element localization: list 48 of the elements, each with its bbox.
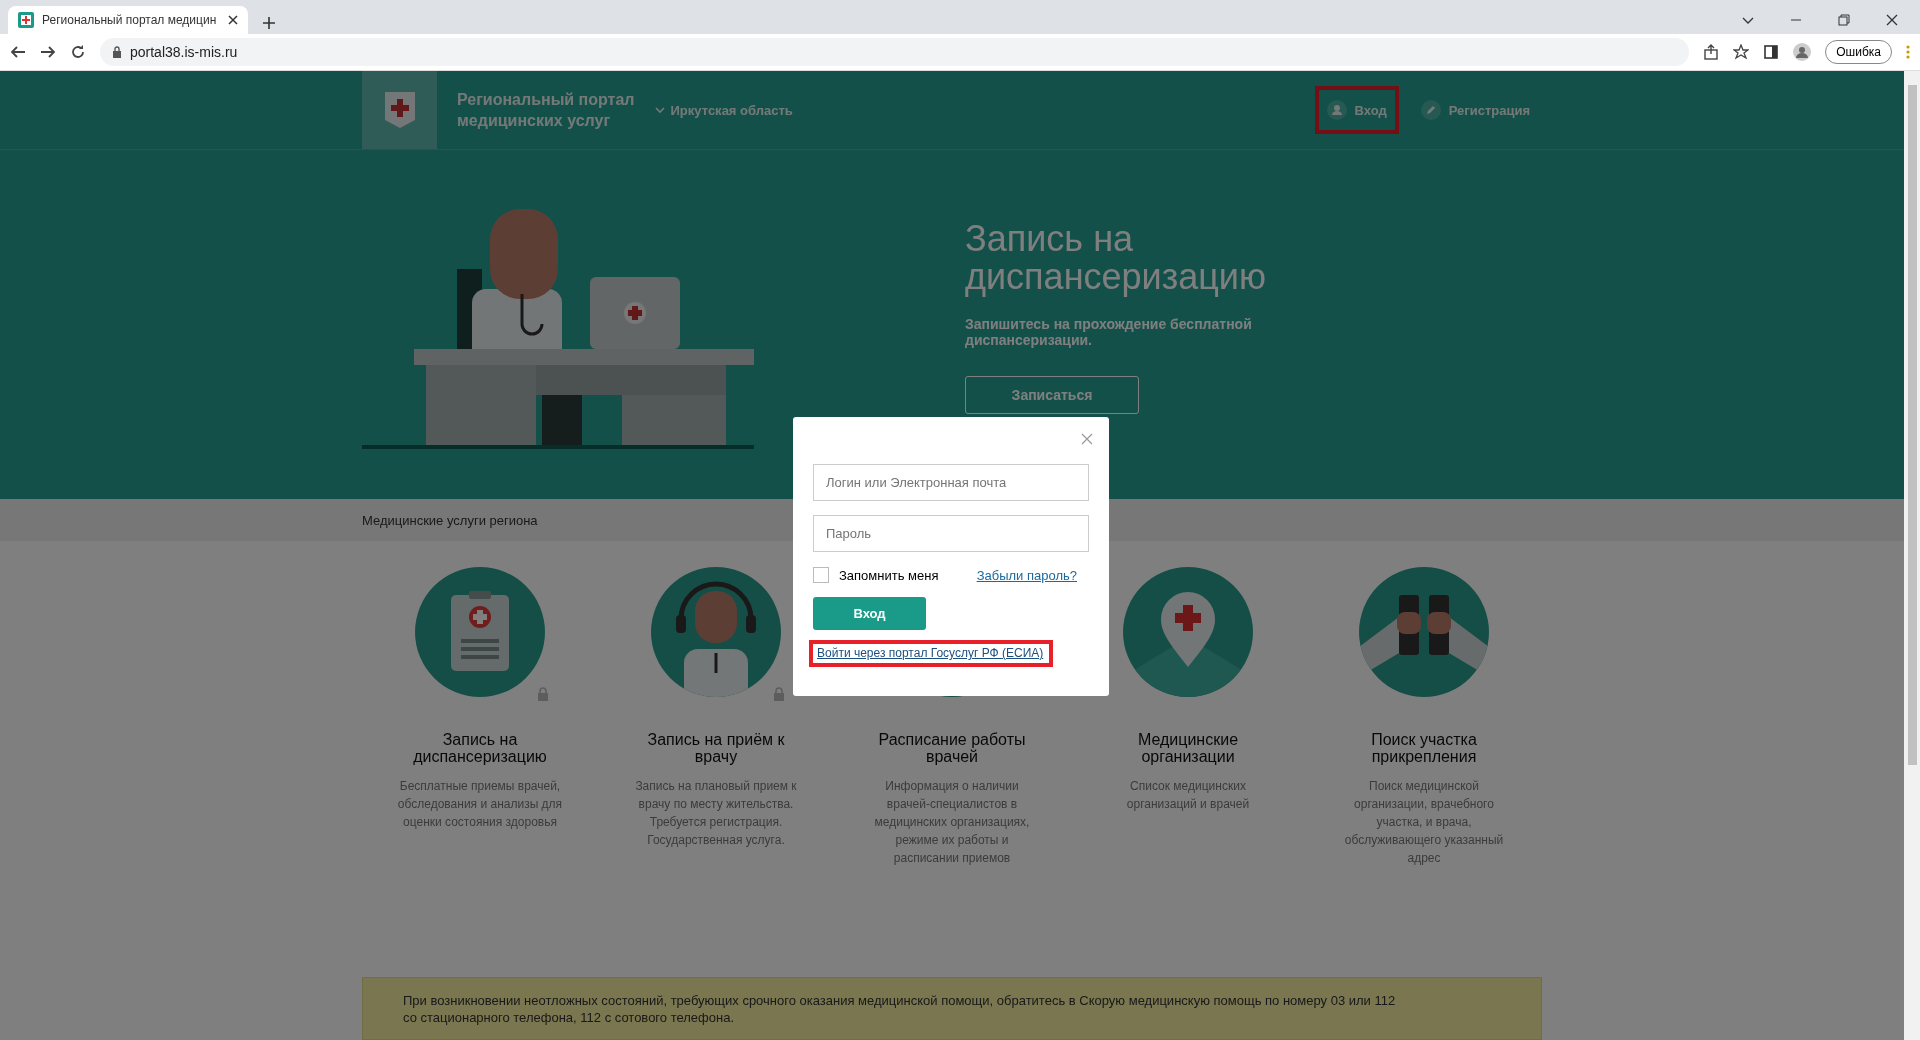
- service-title[interactable]: Запись на диспансеризацию: [405, 731, 555, 765]
- service-title[interactable]: Поиск участка прикрепления: [1349, 731, 1499, 765]
- profile-button[interactable]: Ошибка: [1825, 40, 1892, 64]
- service-title[interactable]: Расписание работы врачей: [877, 731, 1027, 765]
- map-pin-icon: [1123, 567, 1253, 697]
- side-panel-icon[interactable]: [1763, 44, 1780, 60]
- user-icon: [1326, 100, 1347, 120]
- clipboard-icon: [415, 567, 545, 697]
- operator-figure-icon: [651, 567, 781, 697]
- service-description: Бесплатные приемы врачей, обследования и анализы для оценки состояния здоровья: [396, 778, 564, 831]
- share-icon[interactable]: [1703, 44, 1720, 60]
- service-description: Список медицинских организаций и врачей: [1125, 778, 1251, 813]
- lock-icon: [112, 46, 122, 58]
- notice-text: При возникновении неотложных состояний, требующих срочного оказания медицинской помощи, обратитесь в Скорую медицинскую помощь по номеру 03 или 112: [403, 992, 1397, 1009]
- logo-icon[interactable]: [362, 71, 437, 149]
- checkbox[interactable]: [813, 567, 829, 583]
- more-icon[interactable]: [1906, 45, 1910, 59]
- scrollbar-thumb[interactable]: [1907, 85, 1917, 765]
- pencil-icon: [1420, 100, 1441, 120]
- notice-text: со стационарного телефона, 112 с сотового телефона.: [403, 1009, 736, 1026]
- password-field[interactable]: Пароль: [813, 515, 1089, 552]
- login-button[interactable]: Вход: [813, 597, 926, 630]
- back-arrow-icon[interactable]: [10, 44, 26, 60]
- section-title: Медицинские услуги региона: [362, 512, 538, 528]
- new-tab-icon[interactable]: [262, 16, 276, 30]
- close-icon[interactable]: [228, 15, 238, 25]
- service-description: Поиск медицинской организации, врачебного участка, и врача, обслуживающего указанный адрес: [1343, 778, 1505, 867]
- cross-icon: [18, 12, 34, 28]
- service-description: Запись на плановый прием к врачу по месту жительства. Требуется регистрация. Государственная услуга.: [634, 778, 798, 849]
- star-icon[interactable]: [1733, 44, 1750, 60]
- hero-title: Запись на диспансеризацию: [965, 220, 1267, 296]
- forgot-password-link[interactable]: Забыли пароль?: [976, 567, 1077, 583]
- browser-tab[interactable]: Региональный портал медицин: [8, 6, 248, 34]
- chevron-down-icon: [654, 106, 665, 114]
- avatar-icon[interactable]: [1793, 43, 1812, 61]
- restore-icon[interactable]: [1838, 14, 1850, 26]
- service-title[interactable]: Запись на приём к врачу: [641, 731, 791, 765]
- reload-icon[interactable]: [70, 44, 86, 60]
- login-field[interactable]: Логин или Электронная почта: [813, 464, 1089, 501]
- remember-label[interactable]: Запомнить меня: [839, 567, 939, 583]
- address-bar[interactable]: portal38.is-mis.ru: [100, 38, 1690, 66]
- binoculars-icon: [1359, 567, 1489, 697]
- service-title[interactable]: Медицинские организации: [1113, 731, 1263, 765]
- esia-login-link[interactable]: Войти через портал Госуслуг РФ (ЕСИА): [809, 640, 1054, 667]
- forward-arrow-icon[interactable]: [40, 44, 56, 60]
- close-icon[interactable]: [1886, 14, 1898, 26]
- service-description: Информация о наличии врачей-специалистов в медицинских организациях, режиме их работы и расписании приемов: [873, 778, 1031, 867]
- hero-subtitle: Запишитесь на прохождение бесплатной диспансеризации.: [965, 316, 1253, 348]
